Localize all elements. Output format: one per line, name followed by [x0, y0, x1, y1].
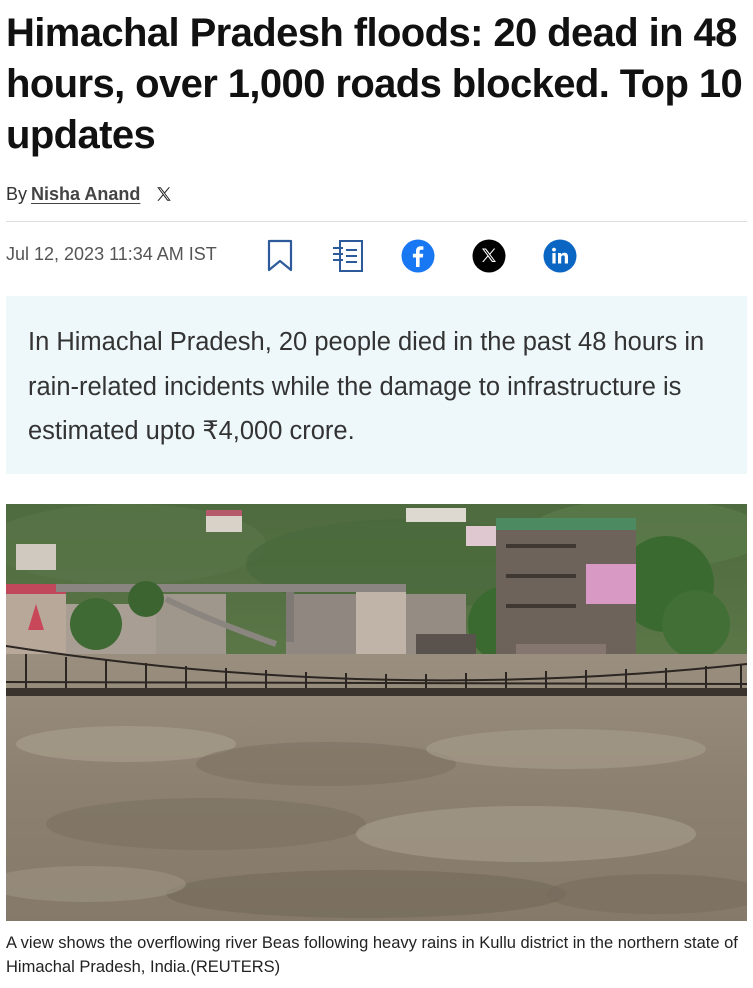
article-headline: Himachal Pradesh floods: 20 dead in 48 h…: [6, 11, 743, 157]
article-meta-row: Jul 12, 2023 11:34 AM IST: [6, 236, 747, 276]
article-summary-text: In Himachal Pradesh, 20 people died in t…: [28, 328, 705, 445]
publish-timestamp: Jul 12, 2023 11:34 AM IST: [6, 244, 217, 264]
flood-photo: [6, 504, 747, 921]
bookmark-icon[interactable]: [262, 238, 298, 274]
facebook-icon[interactable]: [400, 238, 436, 274]
byline-divider: [6, 221, 747, 222]
article-summary-box: In Himachal Pradesh, 20 people died in t…: [6, 296, 747, 474]
x-icon[interactable]: [471, 238, 507, 274]
byline: By Nisha Anand: [6, 180, 174, 208]
author-link[interactable]: Nisha Anand: [31, 184, 140, 205]
author-x-icon[interactable]: [154, 184, 174, 204]
photo-caption: A view shows the overflowing river Beas …: [6, 934, 738, 976]
linkedin-icon[interactable]: [542, 238, 578, 274]
byline-prefix: By: [6, 183, 28, 204]
notes-icon[interactable]: [330, 238, 366, 274]
